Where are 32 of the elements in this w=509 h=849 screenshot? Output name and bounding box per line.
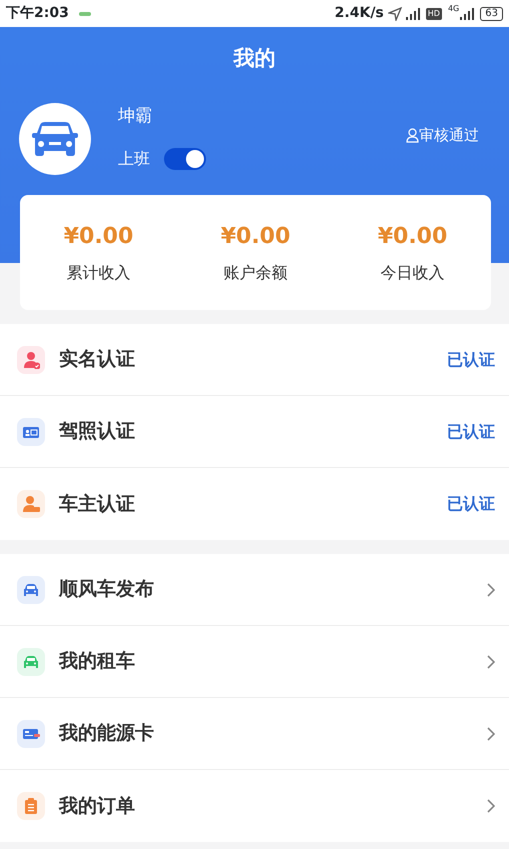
amount: ¥0.00 xyxy=(378,223,448,251)
menu-item[interactable]: 我的能源卡 xyxy=(0,698,509,770)
menu-item[interactable]: 顺风车发布 xyxy=(0,554,509,626)
amount-label: 账户余额 xyxy=(224,262,288,284)
menu-label: 顺风车发布 xyxy=(59,577,154,602)
menu-item[interactable]: 实名认证 已认证 xyxy=(0,324,509,396)
network-speed: 2.4K/s xyxy=(334,4,384,23)
battery-level: 63 xyxy=(480,6,503,20)
status-time: 下午2:03 xyxy=(6,4,69,23)
hd-indicator: HD xyxy=(426,8,442,20)
review-status: 审核通过 xyxy=(419,125,479,146)
menu-label: 车主认证 xyxy=(59,492,135,517)
verification-status: 已认证 xyxy=(447,420,495,442)
page-title: 我的 xyxy=(234,44,276,72)
menu-label: 我的订单 xyxy=(59,794,135,819)
verification-status: 已认证 xyxy=(447,348,495,370)
amount-label: 今日收入 xyxy=(380,262,444,284)
amount-label: 累计收入 xyxy=(66,262,130,284)
user-name: 坤霸 xyxy=(118,104,153,128)
menu-item[interactable]: 驾照认证 已认证 xyxy=(0,396,509,468)
verification-status: 已认证 xyxy=(447,493,495,515)
menu-item[interactable]: 车主认证 已认证 xyxy=(0,468,509,540)
menu-label: 我的租车 xyxy=(59,649,135,674)
amount: ¥0.00 xyxy=(220,223,290,251)
amount: ¥0.00 xyxy=(64,223,134,251)
menu-label: 实名认证 xyxy=(59,347,135,372)
menu-label: 我的能源卡 xyxy=(59,721,154,746)
duty-label: 上班 xyxy=(118,148,150,170)
menu-item[interactable]: 我的订单 xyxy=(0,770,509,842)
menu-item[interactable]: 我的租车 xyxy=(0,626,509,698)
menu-label: 驾照认证 xyxy=(59,419,135,444)
network-type: 4G xyxy=(448,3,460,15)
